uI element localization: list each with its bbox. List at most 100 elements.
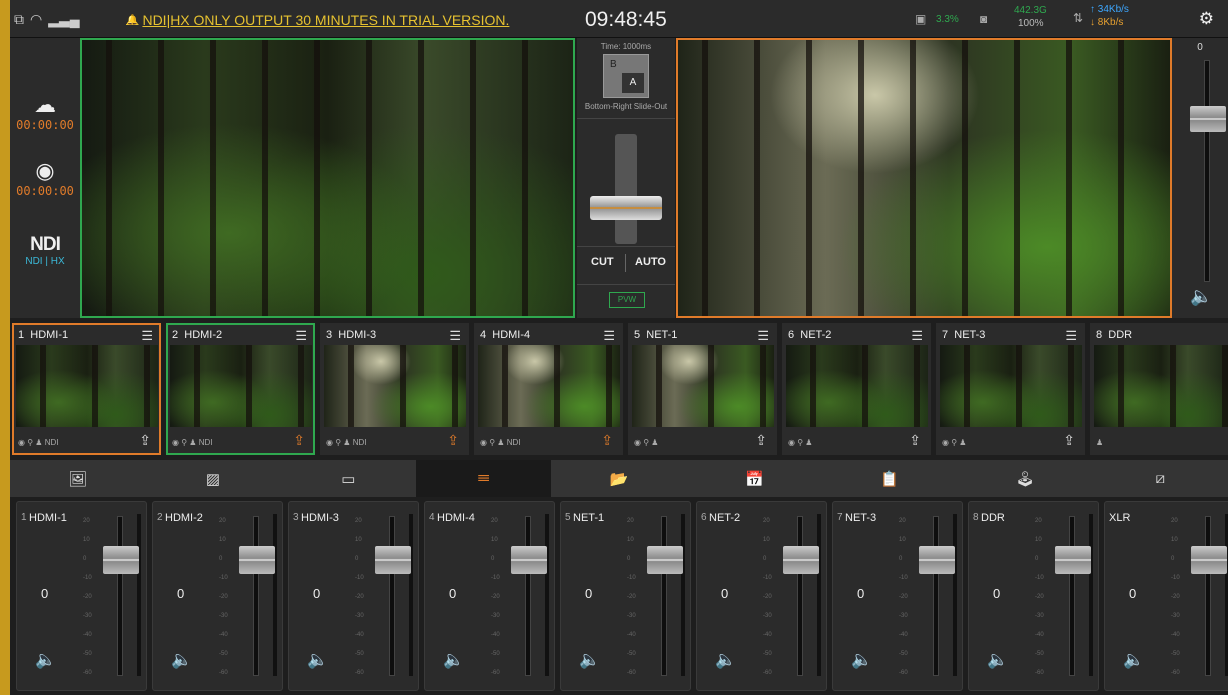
tab-ptz[interactable]: 🕹: [957, 460, 1092, 497]
transition-panel: Time: 1000ms B A Bottom-Right Slide-Out …: [577, 38, 675, 318]
source-2[interactable]: 2 HDMI-2 ☰ ◉ ⚲ ♟ NDI ⇪: [166, 323, 315, 455]
channel-number: 3: [293, 512, 299, 523]
upload-rate: ↑ 34Kb/s: [1090, 4, 1129, 15]
tab-notes[interactable]: 📋: [822, 460, 957, 497]
calendar-icon: 📅: [744, 470, 764, 488]
upload-icon[interactable]: ⇪: [755, 432, 767, 449]
tab-overlay[interactable]: ⧄: [1093, 460, 1228, 497]
upload-icon[interactable]: ⇪: [293, 432, 305, 449]
channel-number: 8: [973, 512, 979, 523]
upload-icon[interactable]: ⇪: [909, 432, 921, 449]
storage-icon: ◙: [980, 12, 988, 26]
source-thumbnail: [16, 345, 158, 427]
gear-icon[interactable]: ⚙: [1199, 9, 1214, 29]
source-1[interactable]: 1 HDMI-1 ☰ ◉ ⚲ ♟ NDI ⇪: [12, 323, 161, 455]
speaker-icon[interactable]: 🔈: [1190, 286, 1212, 307]
fader-knob[interactable]: [1191, 546, 1227, 574]
fader-knob[interactable]: [1055, 546, 1091, 574]
menu-icon[interactable]: ☰: [295, 328, 307, 344]
source-5[interactable]: 5 NET-1 ☰ ◉ ⚲ ♟ ⇪: [628, 323, 777, 455]
fader-knob[interactable]: [239, 546, 275, 574]
source-thumbnail: [478, 345, 620, 427]
fader-knob[interactable]: [919, 546, 955, 574]
tab-media[interactable]: 📂: [551, 460, 686, 497]
fader-knob[interactable]: [103, 546, 139, 574]
auto-button[interactable]: AUTO: [635, 256, 666, 268]
source-list: 1 HDMI-1 ☰ ◉ ⚲ ♟ NDI ⇪ 2 HDMI-2 ☰ ◉ ⚲ ♟ …: [10, 323, 1228, 455]
fader-knob[interactable]: [647, 546, 683, 574]
db-scale: 20 10 0 -10 -20 -30 -40 -50 -60: [219, 518, 228, 676]
db-scale: 20 10 0 -10 -20 -30 -40 -50 -60: [1171, 518, 1180, 676]
menu-icon[interactable]: ☰: [449, 328, 461, 344]
source-8[interactable]: 8 DDR ♟: [1090, 323, 1228, 455]
stream-button[interactable]: ☁ 00:00:00: [10, 92, 80, 132]
bell-icon: 🔔: [126, 14, 139, 26]
upload-icon[interactable]: ⇪: [601, 432, 613, 449]
menu-icon[interactable]: ☰: [911, 328, 923, 344]
tab-image[interactable]: 🖼: [10, 460, 145, 497]
menu-icon[interactable]: ☰: [1065, 328, 1077, 344]
level-meter: [681, 514, 685, 676]
speaker-icon[interactable]: 🔈: [987, 650, 1008, 670]
preview-monitor[interactable]: [80, 38, 575, 318]
speaker-icon[interactable]: 🔈: [443, 650, 464, 670]
channel-level: 0: [1129, 586, 1137, 601]
speaker-icon[interactable]: 🔈: [35, 650, 56, 670]
ndi-label: NDI | HX: [25, 256, 65, 267]
upload-icon[interactable]: ⇪: [1063, 432, 1075, 449]
menu-icon[interactable]: ☰: [603, 328, 615, 344]
tab-schedule[interactable]: 📅: [687, 460, 822, 497]
db-scale: 20 10 0 -10 -20 -30 -40 -50 -60: [899, 518, 908, 676]
master-level: 0: [1197, 42, 1203, 53]
channel-name: NET-2: [709, 512, 741, 524]
master-fader-knob[interactable]: [1190, 106, 1226, 132]
upload-icon[interactable]: ⇪: [447, 432, 459, 449]
tab-pip[interactable]: ▭: [281, 460, 416, 497]
cut-button[interactable]: CUT: [591, 256, 614, 268]
ndi-logo: NDI: [30, 234, 61, 255]
stream-time: 00:00:00: [16, 118, 74, 132]
source-thumbnail: [940, 345, 1082, 427]
source-thumbnail: [632, 345, 774, 427]
image-icon: 🖼: [68, 470, 88, 488]
speaker-icon[interactable]: 🔈: [171, 650, 192, 670]
ndi-button[interactable]: NDI NDI | HX: [10, 234, 80, 267]
pvw-button[interactable]: PVW: [609, 292, 645, 308]
mixer-channel: XLR 20 10 0 -10 -20 -30 -40 -50 -60 0 🔈: [1104, 501, 1228, 691]
channel-number: 2: [157, 512, 163, 523]
channel-level: 0: [449, 586, 457, 601]
source-7[interactable]: 7 NET-3 ☰ ◉ ⚲ ♟ ⇪: [936, 323, 1085, 455]
mixer-channel: HDMI-1 1 20 10 0 -10 -20 -30 -40 -50 -60 0 🔈: [16, 501, 147, 691]
channel-level: 0: [41, 586, 49, 601]
speaker-icon[interactable]: 🔈: [1123, 650, 1144, 670]
transition-effect-icon[interactable]: B A: [603, 54, 649, 98]
speaker-icon[interactable]: 🔈: [715, 650, 736, 670]
menu-icon[interactable]: ☰: [141, 328, 153, 344]
speaker-icon[interactable]: 🔈: [579, 650, 600, 670]
fader-knob[interactable]: [783, 546, 819, 574]
menu-icon[interactable]: ☰: [757, 328, 769, 344]
db-scale: 20 10 0 -10 -20 -30 -40 -50 -60: [627, 518, 636, 676]
speaker-icon[interactable]: 🔈: [307, 650, 328, 670]
cpu-icon: ▣: [915, 12, 927, 26]
fader-knob[interactable]: [511, 546, 547, 574]
fader-track: [525, 516, 531, 676]
trial-notice[interactable]: 🔔 NDI|HX ONLY OUTPUT 30 MINUTES IN TRIAL…: [126, 12, 509, 28]
joystick-icon: 🕹: [1015, 470, 1035, 488]
level-meter: [817, 514, 821, 676]
channel-level: 0: [177, 586, 185, 601]
source-3[interactable]: 3 HDMI-3 ☰ ◉ ⚲ ♟ NDI ⇪: [320, 323, 469, 455]
tab-audio-mixer[interactable]: 𝍢: [415, 460, 552, 497]
upload-icon[interactable]: ⇪: [139, 432, 151, 449]
record-button[interactable]: ◉ 00:00:00: [10, 158, 80, 198]
source-6[interactable]: 6 NET-2 ☰ ◉ ⚲ ♟ ⇪: [782, 323, 931, 455]
source-4[interactable]: 4 HDMI-4 ☰ ◉ ⚲ ♟ NDI ⇪: [474, 323, 623, 455]
speaker-icon[interactable]: 🔈: [851, 650, 872, 670]
fader-knob[interactable]: [375, 546, 411, 574]
db-scale: 20 10 0 -10 -20 -30 -40 -50 -60: [83, 518, 92, 676]
program-monitor[interactable]: [676, 38, 1172, 318]
t-bar-handle[interactable]: [590, 196, 662, 220]
tab-image-edit[interactable]: ▨: [145, 460, 280, 497]
audio-mixer: HDMI-1 1 20 10 0 -10 -20 -30 -40 -50 -60 0 🔈 HDMI-2 2 2…: [10, 497, 1228, 695]
fader-track: [661, 516, 667, 676]
